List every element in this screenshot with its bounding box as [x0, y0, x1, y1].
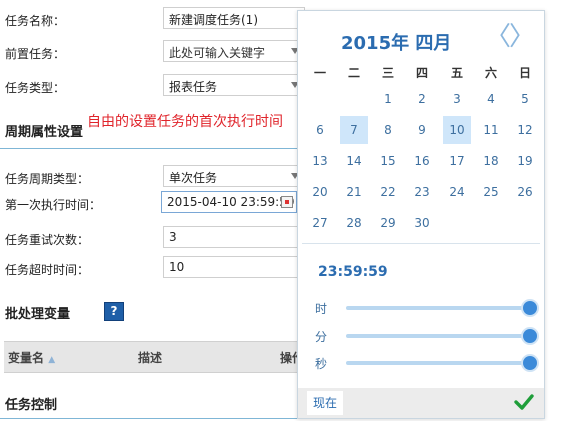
period-type-value: 单次任务 — [169, 171, 218, 185]
day-cell[interactable]: 28 — [340, 209, 368, 237]
timeout-label: 任务超时时间： — [5, 263, 90, 277]
day-cell[interactable]: 10 — [443, 116, 471, 144]
day-cell[interactable]: 7 — [340, 116, 368, 144]
day-cell[interactable]: 2 — [408, 85, 436, 113]
variables-table-header: 变量名 ▲ 描述 操作 — [4, 341, 304, 373]
time-divider — [302, 243, 540, 244]
retry-input[interactable]: 3 — [163, 226, 299, 248]
second-slider-track[interactable] — [346, 361, 530, 365]
minute-slider-track[interactable] — [346, 334, 530, 338]
task-type-label: 任务类型： — [5, 81, 66, 95]
weekday-header: 六 — [484, 66, 497, 80]
day-cell[interactable]: 14 — [340, 147, 368, 175]
task-name-input[interactable]: 新建调度任务(1) — [163, 7, 305, 29]
minute-label: 分 — [315, 330, 328, 344]
day-cell[interactable]: 19 — [511, 147, 539, 175]
calendar-footer: 现在 — [298, 388, 544, 418]
column-header-var-name[interactable]: 变量名 ▲ — [8, 349, 55, 366]
hour-slider-handle[interactable] — [521, 299, 539, 317]
day-cell[interactable]: 25 — [477, 178, 505, 206]
day-cell[interactable]: 30 — [408, 209, 436, 237]
prev-month-button[interactable]: 〈 — [485, 24, 511, 50]
first-run-value: 2015-04-10 23:59:59 — [167, 195, 295, 209]
day-cell[interactable]: 3 — [443, 85, 471, 113]
minute-slider-handle[interactable] — [521, 327, 539, 345]
first-run-input[interactable]: 2015-04-10 23:59:59 — [161, 191, 297, 213]
day-cell[interactable]: 5 — [511, 85, 539, 113]
annotation-text: 自由的设置任务的首次执行时间 — [87, 114, 283, 130]
task-type-value: 报表任务 — [169, 80, 218, 94]
day-cell[interactable]: 18 — [477, 147, 505, 175]
period-type-select[interactable]: 单次任务 — [163, 165, 303, 187]
hour-slider-track[interactable] — [346, 306, 530, 310]
weekday-header: 日 — [518, 66, 531, 80]
day-cell[interactable]: 16 — [408, 147, 436, 175]
sort-icon[interactable]: ▲ — [48, 355, 55, 365]
column-header-description: 描述 — [138, 351, 163, 365]
weekday-header: 四 — [415, 66, 428, 80]
day-cell[interactable]: 11 — [477, 116, 505, 144]
day-cell[interactable]: 22 — [374, 178, 402, 206]
day-cell[interactable]: 9 — [408, 116, 436, 144]
batch-section-title: 批处理变量 — [5, 307, 71, 322]
pre-task-select[interactable]: 此处可输入关键字 — [163, 40, 303, 62]
check-icon[interactable] — [512, 390, 536, 414]
period-type-label: 任务周期类型： — [5, 172, 90, 186]
day-cell[interactable]: 26 — [511, 178, 539, 206]
day-cell[interactable]: 29 — [374, 209, 402, 237]
calendar-icon[interactable] — [281, 196, 293, 208]
day-cell[interactable]: 4 — [477, 85, 505, 113]
control-section-divider — [0, 418, 297, 419]
pre-task-label: 前置任务： — [5, 47, 66, 61]
calendar-title: 2015年 四月 — [341, 33, 452, 54]
day-cell[interactable]: 15 — [374, 147, 402, 175]
day-cell[interactable]: 21 — [340, 178, 368, 206]
first-run-label: 第一次执行时间： — [5, 198, 102, 212]
next-month-button[interactable]: 〉 — [509, 24, 535, 50]
task-type-select[interactable]: 报表任务 — [163, 74, 303, 96]
day-cell[interactable]: 20 — [306, 178, 334, 206]
weekday-header: 二 — [347, 66, 360, 80]
retry-label: 任务重试次数： — [5, 233, 90, 247]
day-cell[interactable]: 27 — [306, 209, 334, 237]
period-section-divider — [0, 148, 297, 149]
day-cell[interactable]: 24 — [443, 178, 471, 206]
control-section-title: 任务控制 — [5, 398, 58, 413]
weekday-header: 三 — [381, 66, 394, 80]
datetime-picker: 2015年 四月 〈 〉 一二三四五六日 1 2 3 4 5 6 7 8 9 10 11 12 13 14… — [297, 10, 545, 419]
now-button[interactable]: 现在 — [307, 391, 343, 415]
pre-task-placeholder: 此处可输入关键字 — [169, 46, 266, 60]
day-cell[interactable]: 6 — [306, 116, 334, 144]
help-icon[interactable]: ? — [104, 302, 124, 321]
day-cell[interactable]: 8 — [374, 116, 402, 144]
second-slider-handle[interactable] — [521, 354, 539, 372]
period-section-title: 周期属性设置 — [5, 125, 84, 140]
day-cell[interactable]: 12 — [511, 116, 539, 144]
time-display: 23:59:59 — [318, 264, 388, 280]
day-cell[interactable]: 17 — [443, 147, 471, 175]
weekday-header: 一 — [313, 66, 326, 80]
second-label: 秒 — [315, 357, 328, 371]
day-cell[interactable]: 13 — [306, 147, 334, 175]
weekday-header: 五 — [450, 66, 463, 80]
timeout-input[interactable]: 10 — [163, 256, 299, 278]
hour-label: 时 — [315, 302, 328, 316]
task-name-label: 任务名称： — [5, 14, 66, 28]
day-cell[interactable]: 23 — [408, 178, 436, 206]
day-cell[interactable]: 1 — [374, 85, 402, 113]
